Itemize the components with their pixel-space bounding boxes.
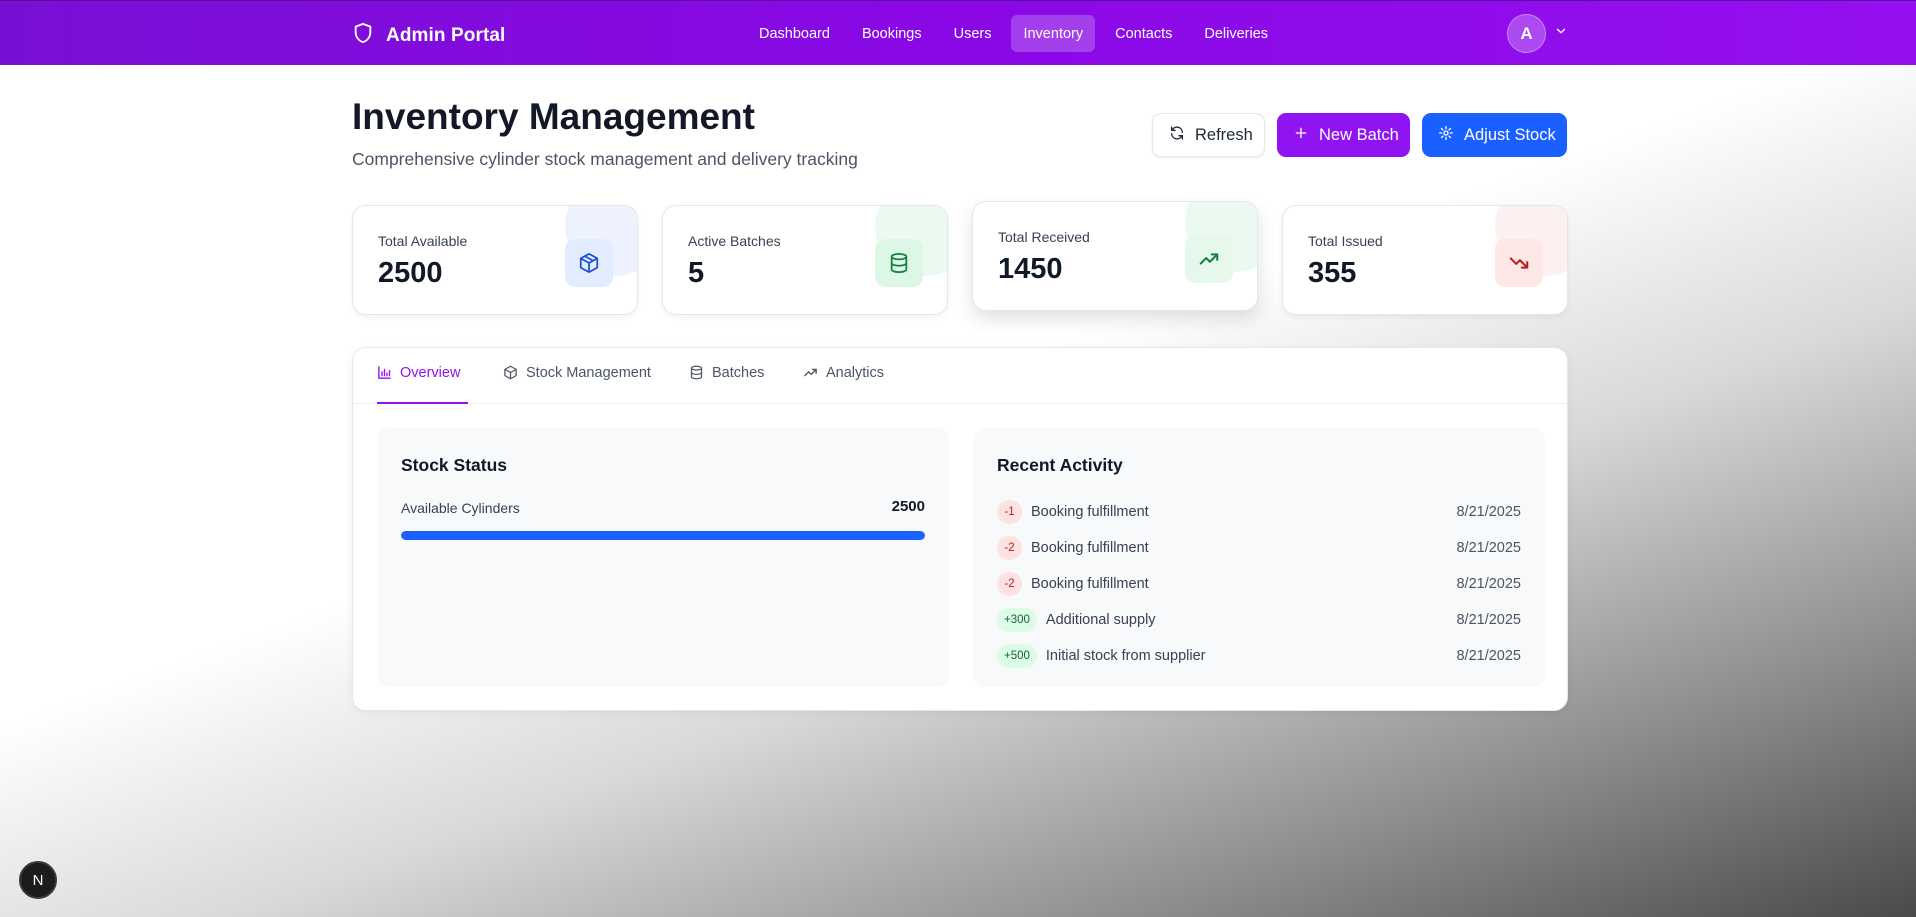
stat-card-total-available: Total Available 2500 xyxy=(352,205,638,315)
activity-date: 8/21/2025 xyxy=(1456,612,1521,628)
activity-description: Initial stock from supplier xyxy=(1045,648,1206,664)
trending-up-icon xyxy=(803,365,818,384)
gear-icon xyxy=(1438,125,1454,146)
refresh-button-label: Refresh xyxy=(1195,125,1253,144)
main-nav: Dashboard Bookings Users Inventory Conta… xyxy=(747,15,1280,52)
tab-stock-management[interactable]: Stock Management xyxy=(503,365,651,404)
refresh-icon xyxy=(1169,125,1185,146)
available-cylinders-label: Available Cylinders xyxy=(401,500,520,516)
top-navbar: Admin Portal Dashboard Bookings Users In… xyxy=(0,0,1916,65)
refresh-button[interactable]: Refresh xyxy=(1152,113,1265,157)
adjust-stock-button[interactable]: Adjust Stock xyxy=(1422,113,1567,157)
activity-description: Booking fulfillment xyxy=(1031,576,1149,592)
plus-icon xyxy=(1293,125,1309,146)
stock-status-title: Stock Status xyxy=(401,455,507,475)
tab-bar: Overview Stock Management Batches Analyt… xyxy=(353,348,1567,404)
activity-description: Booking fulfillment xyxy=(1031,540,1149,556)
database-icon xyxy=(689,365,704,384)
database-icon xyxy=(875,239,923,287)
change-badge: -1 xyxy=(997,500,1022,524)
stat-card-total-received: Total Received 1450 xyxy=(972,201,1258,311)
chevron-down-icon[interactable] xyxy=(1554,24,1568,43)
tab-label: Batches xyxy=(712,365,765,381)
activity-description: Additional supply xyxy=(1045,612,1156,628)
change-badge: -2 xyxy=(997,572,1022,596)
stat-label: Total Received xyxy=(998,229,1090,245)
tab-label: Analytics xyxy=(826,365,885,381)
stat-label: Total Available xyxy=(378,233,468,249)
trending-up-icon xyxy=(1185,235,1233,283)
change-badge: +300 xyxy=(997,608,1037,632)
new-batch-button-label: New Batch xyxy=(1319,125,1399,144)
nav-item-deliveries[interactable]: Deliveries xyxy=(1192,15,1280,52)
bar-chart-icon xyxy=(377,365,392,384)
list-item: -2 Booking fulfillment 8/21/2025 xyxy=(997,566,1521,602)
stat-value: 2500 xyxy=(378,257,443,289)
tab-label: Overview xyxy=(400,365,461,381)
header-actions: Refresh New Batch Adjust Stock xyxy=(1152,113,1567,157)
list-item: -1 Booking fulfillment 8/21/2025 xyxy=(997,494,1521,530)
stat-value: 355 xyxy=(1308,257,1357,289)
activity-description: Booking fulfillment xyxy=(1031,504,1149,520)
list-item: +500 Initial stock from supplier 8/21/20… xyxy=(997,638,1521,674)
page-title: Inventory Management xyxy=(352,96,755,137)
change-badge: +500 xyxy=(997,644,1037,668)
list-item: -2 Booking fulfillment 8/21/2025 xyxy=(997,530,1521,566)
nav-item-contacts[interactable]: Contacts xyxy=(1103,15,1184,52)
nav-item-inventory[interactable]: Inventory xyxy=(1011,15,1096,52)
available-cylinders-value: 2500 xyxy=(891,498,925,515)
activity-list: -1 Booking fulfillment 8/21/2025 -2 Book… xyxy=(997,494,1521,674)
nav-item-dashboard[interactable]: Dashboard xyxy=(747,15,842,52)
shield-icon xyxy=(352,21,374,50)
list-item: +300 Additional supply 8/21/2025 xyxy=(997,602,1521,638)
stat-card-active-batches: Active Batches 5 xyxy=(662,205,948,315)
stock-progress-fill xyxy=(401,531,925,540)
package-icon xyxy=(565,239,613,287)
new-batch-button[interactable]: New Batch xyxy=(1277,113,1410,157)
nav-item-bookings[interactable]: Bookings xyxy=(850,15,934,52)
tab-label: Stock Management xyxy=(526,365,651,381)
tab-batches[interactable]: Batches xyxy=(689,365,764,404)
stat-value: 5 xyxy=(688,257,705,289)
tab-analytics[interactable]: Analytics xyxy=(803,365,884,404)
avatar[interactable]: A xyxy=(1507,14,1546,53)
activity-date: 8/21/2025 xyxy=(1456,504,1521,520)
tab-overview[interactable]: Overview xyxy=(377,365,468,404)
activity-date: 8/21/2025 xyxy=(1456,540,1521,556)
tabs-panel: Overview Stock Management Batches Analyt… xyxy=(352,347,1568,711)
user-menu[interactable]: A xyxy=(1507,14,1568,53)
stat-label: Total Issued xyxy=(1308,233,1383,249)
stat-label: Active Batches xyxy=(688,233,781,249)
stock-progress-bar xyxy=(401,531,925,540)
brand-title: Admin Portal xyxy=(386,24,506,46)
brand[interactable]: Admin Portal xyxy=(352,21,505,50)
dev-tools-button[interactable]: N xyxy=(19,861,57,899)
package-icon xyxy=(503,365,518,384)
activity-date: 8/21/2025 xyxy=(1456,648,1521,664)
activity-date: 8/21/2025 xyxy=(1456,576,1521,592)
nav-item-users[interactable]: Users xyxy=(942,15,1004,52)
stat-card-total-issued: Total Issued 355 xyxy=(1282,205,1568,315)
recent-activity-card: Recent Activity -1 Booking fulfillment 8… xyxy=(973,428,1545,687)
stock-status-card: Stock Status Available Cylinders 2500 xyxy=(377,428,949,687)
trending-down-icon xyxy=(1495,239,1543,287)
page-subtitle: Comprehensive cylinder stock management … xyxy=(352,149,858,169)
stat-value: 1450 xyxy=(998,253,1063,285)
change-badge: -2 xyxy=(997,536,1022,560)
recent-activity-title: Recent Activity xyxy=(997,455,1123,475)
adjust-stock-button-label: Adjust Stock xyxy=(1464,125,1556,144)
